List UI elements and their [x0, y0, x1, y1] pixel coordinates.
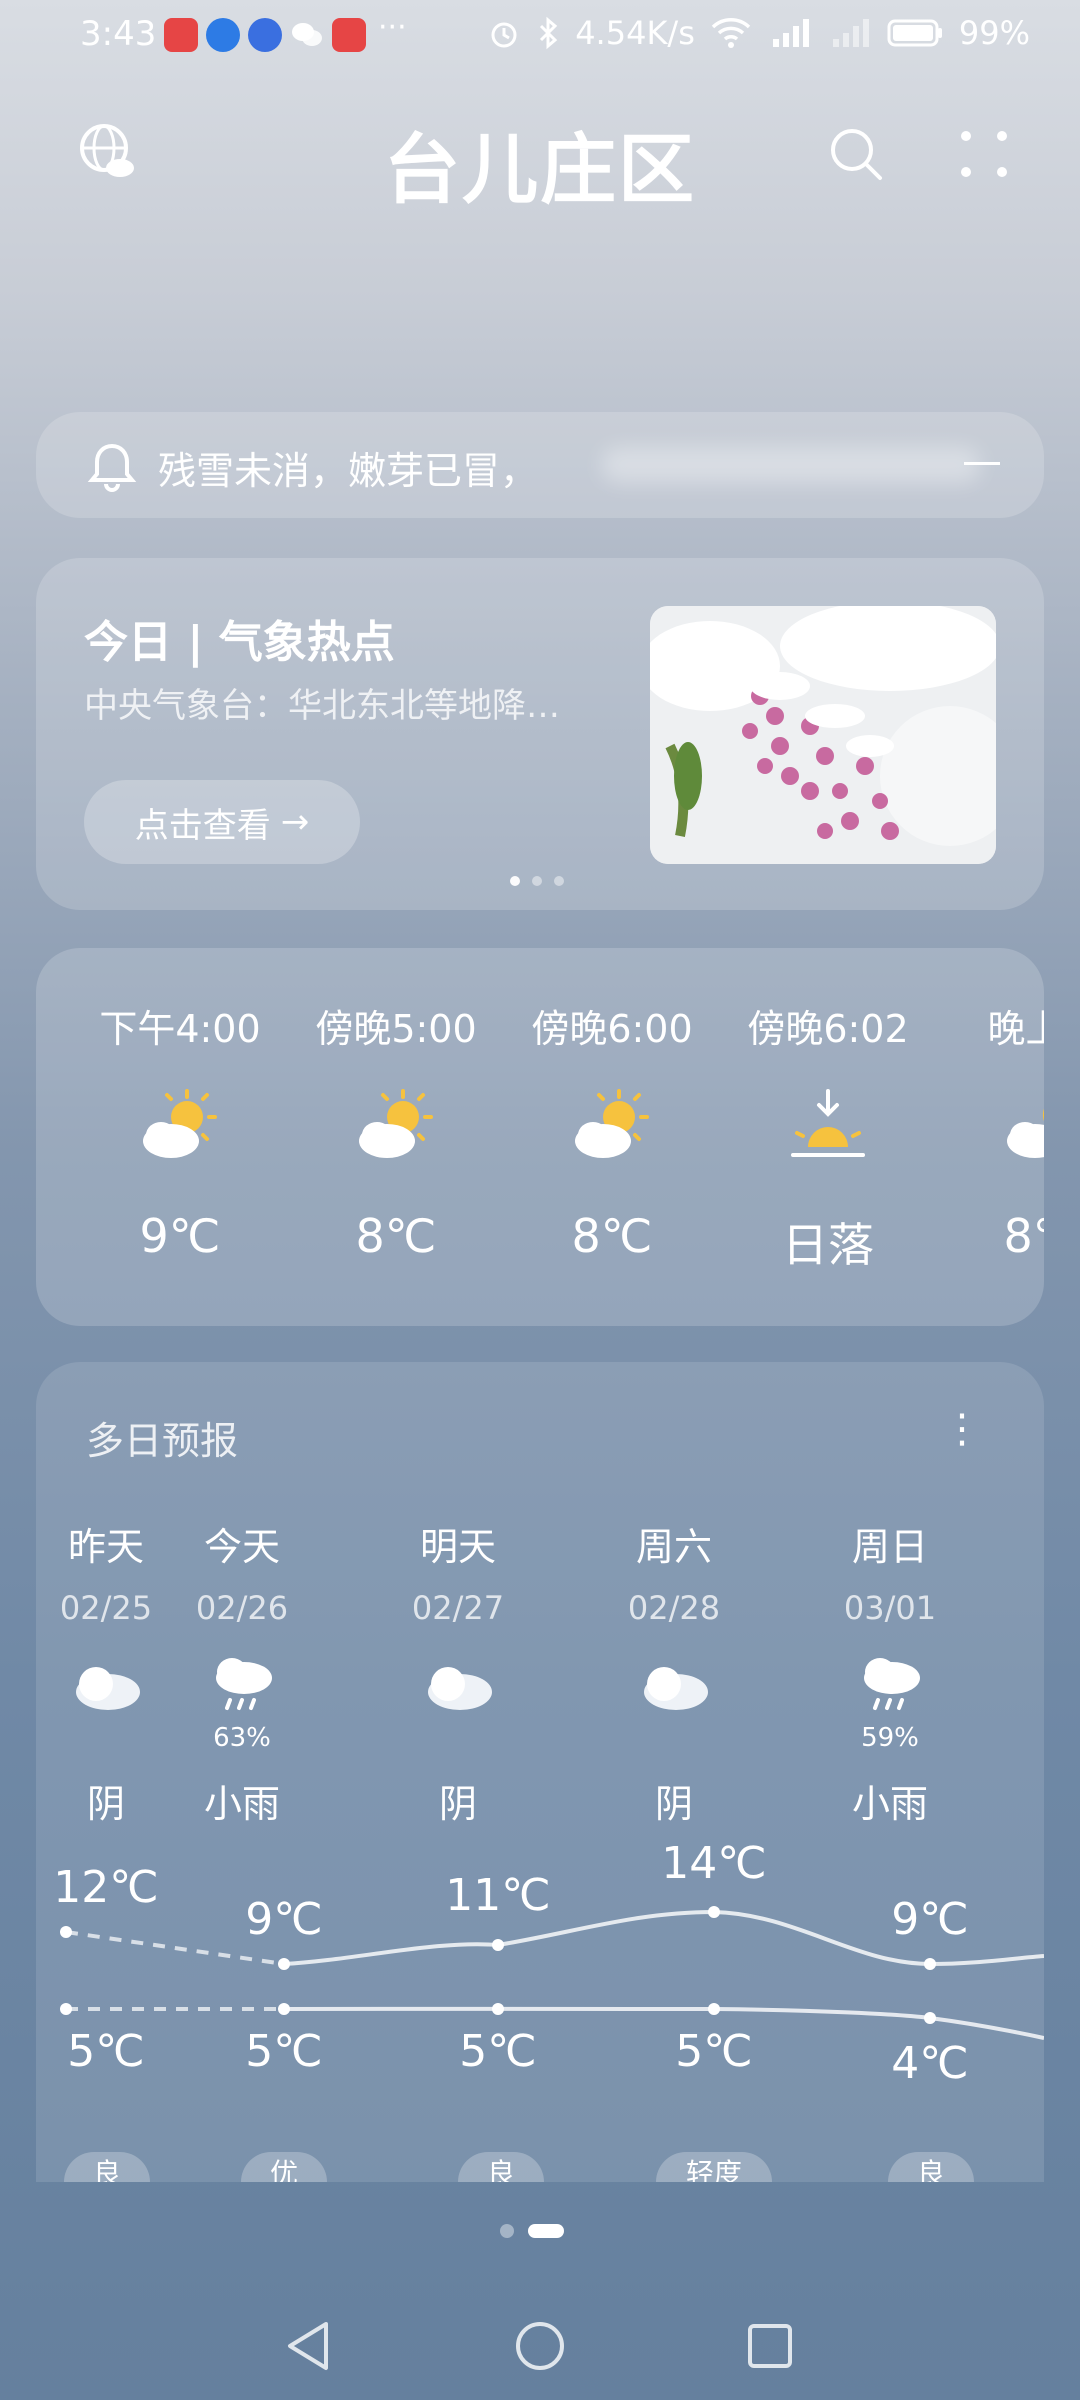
huawei-app-icon: [164, 18, 198, 52]
air-quality-chip: 轻度: [656, 2152, 772, 2182]
temp-point: [924, 1958, 936, 1970]
arrow-right-icon: →: [280, 802, 310, 842]
back-icon[interactable]: [282, 2318, 338, 2374]
page-indicator: [500, 2224, 564, 2238]
search-icon[interactable]: [826, 124, 886, 188]
partly-cloudy-icon: [90, 1067, 270, 1187]
collapse-icon[interactable]: [964, 462, 1000, 465]
page-dot: [500, 2224, 514, 2238]
temp-point: [278, 1958, 290, 1970]
temp-point: [278, 2003, 290, 2015]
battery-icon: [887, 19, 942, 47]
header: 台儿庄区: [0, 100, 1080, 220]
carousel-indicator: [510, 876, 564, 886]
page-dot-active: [528, 2224, 564, 2238]
temp-point: [60, 2003, 72, 2015]
signal-2-icon: [832, 19, 869, 47]
hourly-item: 傍晚6:00 8℃: [522, 998, 702, 1263]
status-time: 3:43: [80, 14, 157, 54]
baidu-app-icon: [248, 18, 282, 52]
high-temp-label: 9℃: [891, 1894, 969, 1945]
battery-percent: 99%: [958, 14, 1030, 52]
hourly-item: 晚上7: 8℃: [954, 998, 1044, 1263]
hourly-forecast-card[interactable]: 下午4:00 9℃ 傍晚5:00 8℃ 傍晚6:00 8℃ 傍晚6:02 日落 …: [36, 948, 1044, 1326]
hot-topic-title: 今日 | 气象热点: [84, 617, 395, 668]
huawei-app-icon-2: [332, 18, 366, 52]
alarm-icon: [491, 22, 517, 48]
hot-topic-subtitle: 中央气象台：华北东北等地降…: [84, 686, 560, 726]
temp-point: [492, 2003, 504, 2015]
home-icon[interactable]: [512, 2318, 568, 2374]
air-quality-chip: 良: [458, 2152, 544, 2182]
view-button[interactable]: 点击查看 →: [84, 780, 360, 864]
signal-icon: [772, 19, 809, 47]
navigation-bar: [0, 2290, 1080, 2400]
hourly-item: 傍晚5:00 8℃: [306, 998, 486, 1263]
browser-app-icon: [206, 18, 240, 52]
recents-icon[interactable]: [742, 2318, 798, 2374]
snow-blossom-image: [650, 606, 996, 864]
wifi-icon: [711, 18, 751, 48]
network-speed: 4.54K/s: [575, 14, 695, 52]
bell-icon: [87, 443, 137, 492]
more-dots-icon[interactable]: [958, 128, 1010, 184]
hourly-item: 下午4:00 9℃: [90, 998, 270, 1263]
low-temp-label: 5℃: [459, 2026, 537, 2077]
multi-day-forecast-card[interactable]: 多日预报 ⋮ 昨天 02/25 阴 今天 02/26 63% 小雨 明天 02/…: [36, 1362, 1044, 2182]
more-notifications: ···: [378, 10, 407, 45]
high-temp-label: 12℃: [53, 1862, 159, 1913]
low-temp-label: 5℃: [675, 2026, 753, 2077]
notice-blurred-text: [601, 447, 981, 483]
high-temp-label: 9℃: [245, 1894, 323, 1945]
wechat-app-icon: [290, 18, 324, 52]
notice-text: 残雪未消，嫩芽已冒，: [158, 449, 539, 493]
high-temp-label: 14℃: [661, 1838, 767, 1889]
temp-point: [492, 1939, 504, 1951]
high-temp-label: 11℃: [445, 1870, 551, 1921]
air-quality-chip: 良: [64, 2152, 150, 2182]
partly-cloudy-icon: [522, 1067, 702, 1187]
low-temp-label: 5℃: [245, 2026, 323, 2077]
temp-point: [924, 2012, 936, 2024]
hourly-item: 傍晚6:02 日落: [738, 998, 918, 1275]
partly-cloudy-icon: [306, 1067, 486, 1187]
status-bar: 3:43 ··· 4.54K/s 99%: [0, 0, 1080, 72]
air-quality-chip: 优: [241, 2152, 327, 2182]
air-quality-chip: 良: [888, 2152, 974, 2182]
weather-notice-banner[interactable]: 残雪未消，嫩芽已冒，: [36, 412, 1044, 518]
night-cloudy-icon: [954, 1067, 1044, 1187]
weather-hot-topic-card[interactable]: 今日 | 气象热点 中央气象台：华北东北等地降… 点击查看 →: [36, 558, 1044, 910]
city-title[interactable]: 台儿庄区: [0, 108, 1080, 218]
view-button-label: 点击查看: [134, 805, 271, 846]
low-temp-label: 5℃: [67, 2026, 145, 2077]
temp-point: [708, 2003, 720, 2015]
sunset-icon: [738, 1067, 918, 1187]
bluetooth-icon: [540, 16, 558, 50]
low-temp-label: 4℃: [891, 2038, 969, 2089]
temp-point: [60, 1926, 72, 1938]
temp-point: [708, 1906, 720, 1918]
